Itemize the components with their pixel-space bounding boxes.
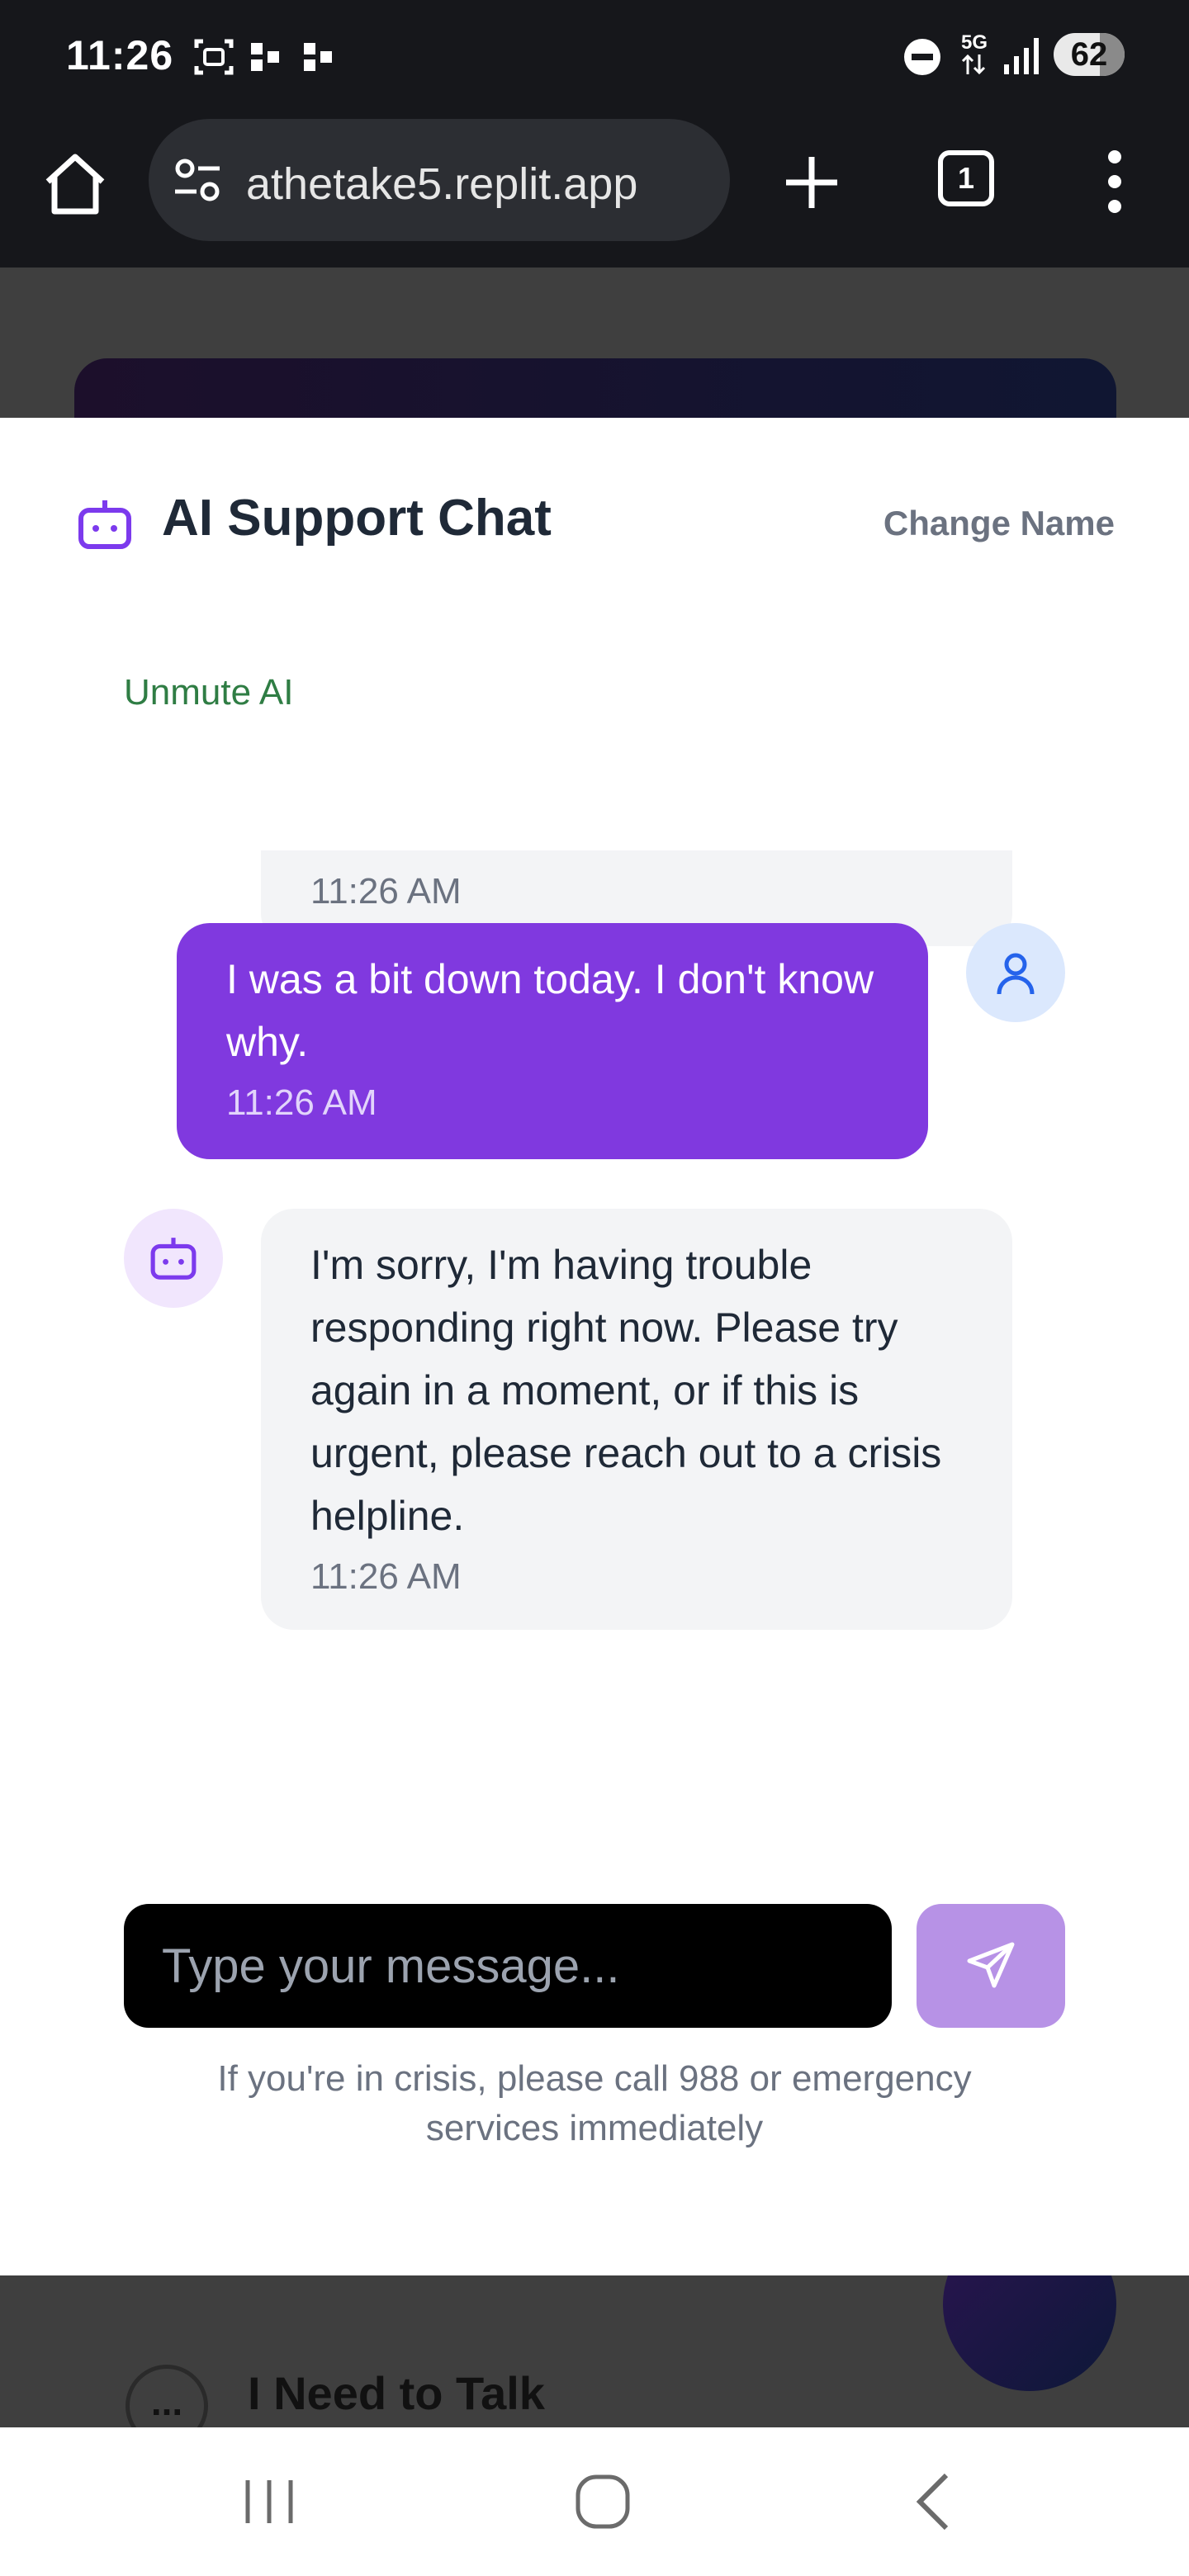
more-vert-icon[interactable] (1098, 149, 1131, 215)
send-icon (967, 1942, 1015, 1988)
crisis-note: If you're in crisis, please call 988 or … (217, 2058, 972, 2148)
user-icon (997, 953, 1035, 995)
background-section-title: I Need to Talk (248, 2367, 545, 2419)
message-time: 11:26 AM (310, 871, 462, 912)
background-chat-fab (943, 2275, 1116, 2391)
message-bubble-user: I was a bit down today. I don't know why… (177, 923, 928, 1159)
message-time: 11:26 AM (226, 1082, 377, 1123)
chat-title: AI Support Chat (162, 490, 552, 547)
message-time: 11:26 AM (310, 1556, 462, 1597)
network-label: 5G (961, 31, 988, 54)
user-avatar (966, 923, 1065, 1022)
home-icon[interactable] (41, 150, 109, 218)
recent-apps-icon[interactable] (236, 2469, 302, 2535)
battery-level: 62 (1070, 36, 1108, 73)
message-bubble-ai: I'm sorry, I'm having trouble responding… (261, 1209, 1012, 1630)
message-input[interactable] (124, 1904, 892, 2028)
screenshot-icon (194, 39, 234, 75)
chat-modal: AI Support Chat Change Name Unmute AI 11… (0, 418, 1189, 2275)
back-icon[interactable] (902, 2469, 968, 2535)
url-text: athetake5.replit.app (246, 159, 638, 209)
bot-avatar (124, 1209, 223, 1308)
bot-icon (150, 1238, 197, 1280)
data-arrows-icon (961, 54, 986, 75)
background-dots-icon: ... (126, 2365, 208, 2427)
send-button[interactable] (917, 1904, 1065, 2028)
status-time: 11:26 (66, 32, 174, 78)
signal-icon (1004, 38, 1039, 74)
home-nav-icon[interactable] (570, 2469, 636, 2535)
battery-indicator: 62 (1054, 33, 1125, 76)
tune-icon[interactable] (173, 159, 223, 201)
change-name-button[interactable]: Change Name (883, 504, 1115, 543)
dnd-icon (904, 39, 940, 75)
bot-icon (78, 500, 131, 549)
notification-icon-2 (304, 43, 332, 71)
notification-icon (251, 43, 279, 71)
browser-toolbar: athetake5.replit.app 1 (0, 111, 1189, 268)
url-bar[interactable]: athetake5.replit.app (149, 119, 730, 241)
message-text: I'm sorry, I'm having trouble responding… (310, 1242, 942, 1539)
background-page-bottom: ... I Need to Talk (0, 2275, 1189, 2427)
message-text (310, 850, 963, 862)
tabs-button[interactable]: 1 (938, 150, 994, 206)
unmute-ai-button[interactable]: Unmute AI (124, 672, 293, 713)
plus-icon[interactable] (783, 154, 841, 211)
system-nav-bar (0, 2427, 1189, 2576)
message-text: I was a bit down today. I don't know why… (226, 956, 874, 1065)
status-bar: 11:26 5G 62 (0, 0, 1189, 111)
